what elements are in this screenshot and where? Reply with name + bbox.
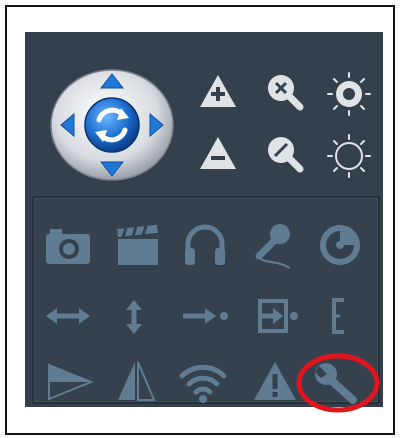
focus-near-icon[interactable] xyxy=(265,72,305,112)
arrows-horizontal-icon[interactable] xyxy=(45,305,91,327)
triangle-split-icon[interactable] xyxy=(116,360,156,402)
refresh-icon[interactable] xyxy=(84,97,140,153)
record-timer-icon[interactable] xyxy=(317,222,363,268)
zoom-in-icon[interactable] xyxy=(198,73,238,111)
clapperboard-icon[interactable] xyxy=(116,223,160,267)
iris-open-icon[interactable] xyxy=(327,72,371,116)
arrow-right-dot-icon[interactable] xyxy=(182,306,230,326)
warning-icon[interactable] xyxy=(252,360,298,402)
iris-close-icon[interactable] xyxy=(327,134,371,178)
focus-far-icon[interactable] xyxy=(265,134,305,174)
wifi-icon[interactable] xyxy=(179,360,227,404)
highlight-circle xyxy=(296,353,380,413)
headphones-icon[interactable] xyxy=(182,222,228,268)
arrows-vertical-icon[interactable] xyxy=(124,300,144,334)
direction-pad[interactable] xyxy=(49,68,175,182)
microphone-icon[interactable] xyxy=(250,222,296,270)
enter-box-icon[interactable] xyxy=(256,299,300,333)
zoom-out-icon[interactable] xyxy=(198,135,238,173)
camera-icon[interactable] xyxy=(45,226,91,266)
triangle-right-icon[interactable] xyxy=(47,363,94,401)
bracket-e-icon[interactable] xyxy=(330,298,348,334)
